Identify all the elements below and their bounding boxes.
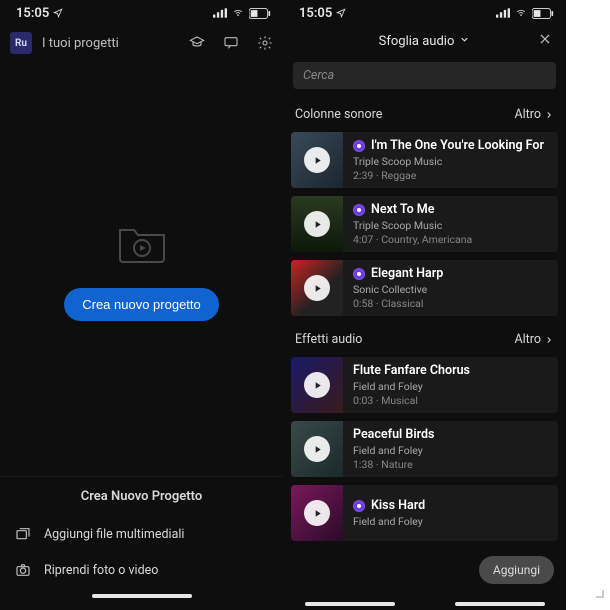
play-icon[interactable] bbox=[304, 275, 330, 301]
battery-icon bbox=[249, 8, 271, 19]
track-title: Flute Fanfare Chorus bbox=[353, 363, 548, 378]
track-meta: 2:39 · Reggae bbox=[353, 169, 548, 182]
premium-dot-icon bbox=[353, 500, 365, 512]
folder-play-icon bbox=[114, 218, 170, 270]
search-placeholder: Cerca bbox=[303, 68, 334, 83]
audio-track-row[interactable]: Kiss Hard Field and Foley bbox=[291, 485, 558, 541]
track-thumbnail[interactable] bbox=[291, 260, 343, 316]
audio-sections: Colonne sonore Altro I'm The One You're L… bbox=[283, 99, 566, 549]
track-title: I'm The One You're Looking For bbox=[353, 138, 548, 153]
track-artist: Triple Scoop Music bbox=[353, 155, 548, 168]
sheet-item-capture[interactable]: Riprendi foto o video bbox=[0, 552, 283, 588]
premium-dot-icon bbox=[353, 140, 365, 152]
play-icon[interactable] bbox=[304, 147, 330, 173]
section-more-link[interactable]: Altro bbox=[514, 332, 554, 347]
sheet-item-add-media[interactable]: Aggiungi file multimediali bbox=[0, 516, 283, 552]
chevron-down-icon bbox=[459, 34, 470, 49]
track-thumbnail[interactable] bbox=[291, 132, 343, 188]
track-title: Peaceful Birds bbox=[353, 427, 548, 442]
track-meta: 4:07 · Country, Americana bbox=[353, 233, 548, 246]
track-title: Next To Me bbox=[353, 202, 548, 217]
statusbar-time: 15:05 bbox=[299, 6, 332, 21]
signal-icon bbox=[496, 8, 510, 18]
track-artist: Field and Foley bbox=[353, 444, 548, 457]
sheet-item-label: Riprendi foto o video bbox=[44, 563, 158, 578]
track-artist: Field and Foley bbox=[353, 515, 548, 528]
sheet-item-label: Aggiungi file multimediali bbox=[44, 527, 184, 542]
track-thumbnail[interactable] bbox=[291, 421, 343, 477]
phone-projects: 15:05 Ru I tuoi progetti bbox=[0, 0, 283, 610]
status-bar: 15:05 bbox=[283, 0, 566, 24]
audio-header-title: Sfoglia audio bbox=[379, 34, 455, 49]
empty-state: Crea nuovo progetto bbox=[0, 62, 283, 476]
premium-dot-icon bbox=[353, 204, 365, 216]
status-bar: 15:05 bbox=[0, 0, 283, 24]
feedback-icon[interactable] bbox=[223, 35, 239, 51]
track-thumbnail[interactable] bbox=[291, 357, 343, 413]
section-title: Effetti audio bbox=[295, 332, 362, 347]
blank-area bbox=[566, 0, 610, 610]
track-title: Kiss Hard bbox=[353, 498, 548, 513]
search-input[interactable]: Cerca bbox=[293, 62, 556, 89]
audio-track-row[interactable]: I'm The One You're Looking For Triple Sco… bbox=[291, 132, 558, 188]
camera-icon bbox=[14, 562, 32, 578]
section-title: Colonne sonore bbox=[295, 107, 382, 122]
media-stack-icon bbox=[14, 526, 32, 542]
track-meta: 0:58 · Classical bbox=[353, 297, 548, 310]
resize-handle-icon bbox=[596, 590, 604, 598]
phone-audio-browser: 15:05 Sfoglia audio bbox=[283, 0, 566, 610]
track-info: I'm The One You're Looking For Triple Sco… bbox=[343, 132, 558, 188]
home-indicator bbox=[92, 594, 192, 598]
projects-header: Ru I tuoi progetti bbox=[0, 24, 283, 62]
home-indicator-row bbox=[283, 602, 566, 606]
statusbar-time: 15:05 bbox=[16, 6, 49, 21]
track-info: Flute Fanfare Chorus Field and Foley0:03 … bbox=[343, 357, 558, 413]
signal-icon bbox=[213, 8, 227, 18]
track-thumbnail[interactable] bbox=[291, 485, 343, 541]
app-badge: Ru bbox=[10, 32, 32, 54]
add-button[interactable]: Aggiungi bbox=[479, 556, 554, 584]
track-artist: Sonic Collective bbox=[353, 283, 548, 296]
track-title: Elegant Harp bbox=[353, 266, 548, 281]
track-artist: Triple Scoop Music bbox=[353, 219, 548, 232]
bottom-sheet: Crea Nuovo Progetto Aggiungi file multim… bbox=[0, 476, 283, 610]
learn-icon[interactable] bbox=[189, 35, 205, 51]
premium-dot-icon bbox=[353, 268, 365, 280]
track-meta: 1:38 · Nature bbox=[353, 458, 548, 471]
section-header: Effetti audio Altro bbox=[283, 324, 566, 357]
track-meta: 0:03 · Musical bbox=[353, 394, 548, 407]
gear-icon[interactable] bbox=[257, 35, 273, 51]
sheet-title: Crea Nuovo Progetto bbox=[0, 489, 283, 516]
track-info: Kiss Hard Field and Foley bbox=[343, 492, 558, 534]
audio-track-row[interactable]: Next To Me Triple Scoop Music4:07 · Count… bbox=[291, 196, 558, 252]
track-thumbnail[interactable] bbox=[291, 196, 343, 252]
location-icon bbox=[336, 8, 346, 18]
section-more-link[interactable]: Altro bbox=[514, 107, 554, 122]
section-header: Colonne sonore Altro bbox=[283, 99, 566, 132]
browse-audio-dropdown[interactable]: Sfoglia audio bbox=[379, 34, 471, 49]
battery-icon bbox=[532, 8, 554, 19]
close-icon[interactable] bbox=[538, 32, 552, 50]
wifi-icon bbox=[231, 8, 245, 18]
audio-track-row[interactable]: Peaceful Birds Field and Foley1:38 · Natu… bbox=[291, 421, 558, 477]
play-icon[interactable] bbox=[304, 500, 330, 526]
play-icon[interactable] bbox=[304, 211, 330, 237]
track-artist: Field and Foley bbox=[353, 380, 548, 393]
track-info: Elegant Harp Sonic Collective0:58 · Class… bbox=[343, 260, 558, 316]
audio-header: Sfoglia audio bbox=[283, 24, 566, 58]
audio-track-row[interactable]: Elegant Harp Sonic Collective0:58 · Class… bbox=[291, 260, 558, 316]
play-icon[interactable] bbox=[304, 436, 330, 462]
create-project-button[interactable]: Crea nuovo progetto bbox=[64, 288, 219, 321]
wifi-icon bbox=[514, 8, 528, 18]
play-icon[interactable] bbox=[304, 372, 330, 398]
projects-title: I tuoi progetti bbox=[42, 36, 179, 51]
track-info: Peaceful Birds Field and Foley1:38 · Natu… bbox=[343, 421, 558, 477]
track-info: Next To Me Triple Scoop Music4:07 · Count… bbox=[343, 196, 558, 252]
audio-track-row[interactable]: Flute Fanfare Chorus Field and Foley0:03 … bbox=[291, 357, 558, 413]
location-icon bbox=[53, 8, 63, 18]
